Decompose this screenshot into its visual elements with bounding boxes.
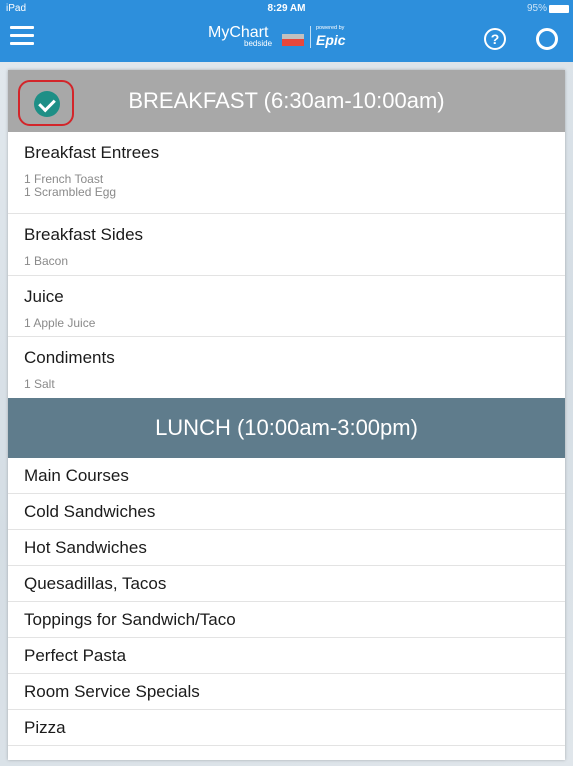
breakfast-item-entrees[interactable]: Breakfast Entrees 1 French Toast 1 Scram… [8, 132, 565, 214]
lunch-item-cold-sandwiches[interactable]: Cold Sandwiches [8, 494, 565, 530]
mychart-bedside-logo: MyChart bedside powered by Epic [208, 24, 368, 50]
item-detail: 1 Apple Juice [24, 316, 96, 330]
battery-percent: 95% [526, 3, 547, 14]
category-title: Breakfast Sides [24, 225, 144, 244]
lunch-item-main-courses[interactable]: Main Courses [8, 458, 565, 494]
lunch-header[interactable]: LUNCH (10:00am-3:00pm) [8, 398, 565, 458]
item-detail: 1 Bacon [24, 254, 69, 268]
lunch-header-label: LUNCH (10:00am-3:00pm) [155, 415, 418, 440]
logo-bedside-text: bedside [244, 39, 273, 48]
category-title: Juice [24, 287, 64, 306]
category-title: Condiments [24, 348, 115, 367]
item-detail: 1 Scrambled Egg [24, 185, 117, 199]
menu-card: BREAKFAST (6:30am-10:00am) Breakfast Ent… [8, 70, 565, 760]
breakfast-item-juice[interactable]: Juice 1 Apple Juice [8, 276, 565, 337]
breakfast-check-highlight[interactable] [18, 80, 74, 126]
lunch-item-perfect-pasta[interactable]: Perfect Pasta [8, 638, 565, 674]
logo-epic: Epic [316, 32, 346, 48]
checkmark-icon[interactable] [34, 91, 60, 117]
breakfast-item-sides[interactable]: Breakfast Sides 1 Bacon [8, 214, 565, 276]
breakfast-header[interactable]: BREAKFAST (6:30am-10:00am) [8, 70, 565, 132]
status-time: 8:29 AM [267, 3, 306, 14]
lunch-item-pizza[interactable]: Pizza [8, 710, 565, 746]
logo-divider [310, 26, 311, 48]
logo-powered-by: powered by [316, 25, 345, 31]
battery-icon [549, 5, 569, 13]
logo-bed-icon [282, 34, 304, 46]
lunch-item-quesadillas-tacos[interactable]: Quesadillas, Tacos [8, 566, 565, 602]
status-bar: iPad 8:29 AM 95% [0, 0, 573, 18]
top-bar: iPad 8:29 AM 95% MyChart bedside powered… [0, 0, 573, 62]
category-title: Breakfast Entrees [24, 143, 160, 162]
settings-icon[interactable] [536, 28, 558, 50]
hamburger-menu-icon[interactable] [10, 26, 34, 46]
item-detail: 1 Salt [24, 377, 55, 391]
help-icon[interactable]: ? [484, 28, 506, 50]
lunch-item-hot-sandwiches[interactable]: Hot Sandwiches [8, 530, 565, 566]
lunch-item-room-service-specials[interactable]: Room Service Specials [8, 674, 565, 710]
breakfast-item-condiments[interactable]: Condiments 1 Salt [8, 337, 565, 398]
lunch-item-toppings[interactable]: Toppings for Sandwich/Taco [8, 602, 565, 638]
breakfast-header-label: BREAKFAST (6:30am-10:00am) [128, 88, 445, 113]
